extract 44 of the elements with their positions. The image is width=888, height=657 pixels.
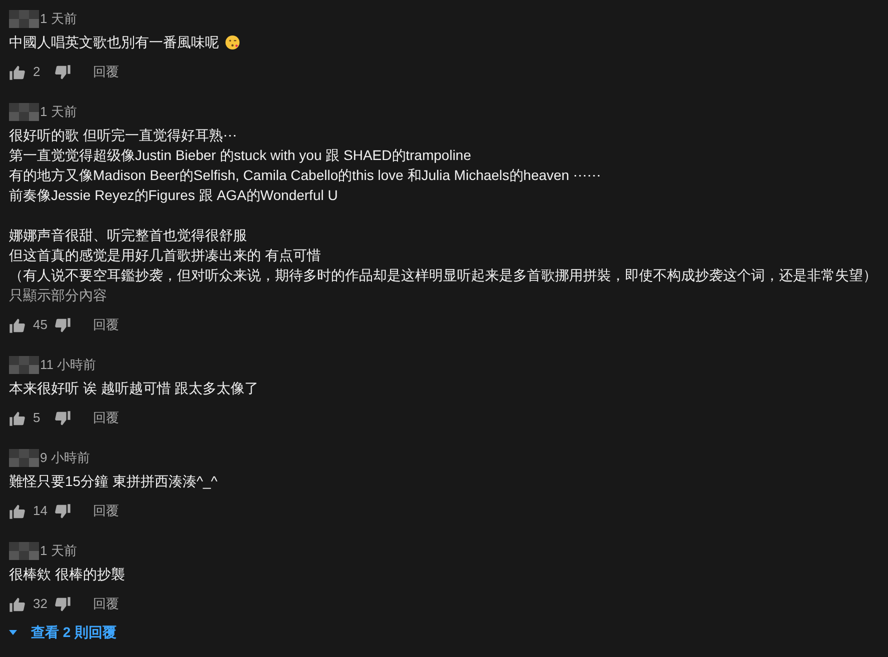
thumbs-down-icon[interactable] xyxy=(55,318,71,332)
view-replies-button[interactable]: 查看 2 則回覆 xyxy=(9,622,117,643)
reply-button[interactable]: 回覆 xyxy=(91,501,121,521)
comment-time[interactable]: 1 天前 xyxy=(40,541,77,561)
thumbs-up-icon[interactable] xyxy=(9,504,25,518)
comment-text: 很棒欸 很棒的抄襲 xyxy=(9,565,125,584)
blurred-username xyxy=(9,542,39,560)
comment-time[interactable]: 11 小時前 xyxy=(40,355,96,375)
like-count: 2 xyxy=(33,63,42,82)
reply-button[interactable]: 回覆 xyxy=(91,594,121,614)
comment-time[interactable]: 1 天前 xyxy=(40,9,77,29)
blurred-username xyxy=(9,10,39,28)
thumbs-down-icon[interactable] xyxy=(55,410,71,426)
comment-text: 有的地方又像Madison Beer的Selfish, Camila Cabello的this love 和Julia Michaels的heaven ⋯⋯ xyxy=(9,166,602,185)
comment-text: （有人说不要空耳鑑抄袭，但对听众来说，期待多时的作品却是这样明显听起来是多首歌挪用拼裝，即使不构成抄袭这个词，还是非常失望） xyxy=(9,266,877,285)
comment-time[interactable]: 1 天前 xyxy=(40,102,77,122)
blurred-username xyxy=(9,103,39,121)
comment-text: 中國人唱英文歌也別有一番風味呢 xyxy=(9,33,219,52)
comment-text: 本来很好听 诶 越听越可惜 跟太多太像了 xyxy=(9,379,259,398)
thumbs-down-icon[interactable] xyxy=(55,504,71,518)
thumbs-up-icon[interactable] xyxy=(9,64,25,80)
comment-time[interactable]: 9 小時前 xyxy=(40,448,90,468)
thumbs-up-icon[interactable] xyxy=(9,318,25,332)
comment-text: 第一直觉觉得超级像Justin Bieber 的stuck with you 跟 SHAED的trampoline xyxy=(9,146,472,165)
like-count: 14 xyxy=(33,502,48,520)
comment-text: 娜娜声音很甜、听完整首也觉得很舒服 xyxy=(9,226,247,245)
blurred-username xyxy=(9,449,39,467)
like-count: 5 xyxy=(33,409,42,428)
reply-button[interactable]: 回覆 xyxy=(91,315,121,335)
show-less-link[interactable]: 只顯示部分內容 xyxy=(9,285,107,305)
comment-text: 難怪只要15分鐘 東拼拼西湊湊^_^ xyxy=(9,472,218,491)
reply-button[interactable]: 回覆 xyxy=(91,408,121,428)
comment-text: 前奏像Jessie Reyez的Figures 跟 AGA的Wonderful U xyxy=(9,186,338,205)
like-count: 45 xyxy=(33,316,48,334)
thumbs-down-icon[interactable] xyxy=(55,64,71,80)
thumbs-up-icon[interactable] xyxy=(9,596,25,612)
caret-icon xyxy=(9,630,17,635)
comment-text: 但这首真的感觉是用好几首歌拼凑出来的 有点可惜 xyxy=(9,246,321,265)
like-count: 32 xyxy=(33,595,48,614)
thumbs-up-icon[interactable] xyxy=(9,410,25,426)
comment-text: 很好听的歌 但听完一直觉得好耳熟⋯ xyxy=(9,126,237,145)
blurred-username xyxy=(9,356,39,374)
reply-button[interactable]: 回覆 xyxy=(91,62,121,82)
thumbs-down-icon[interactable] xyxy=(55,596,71,612)
